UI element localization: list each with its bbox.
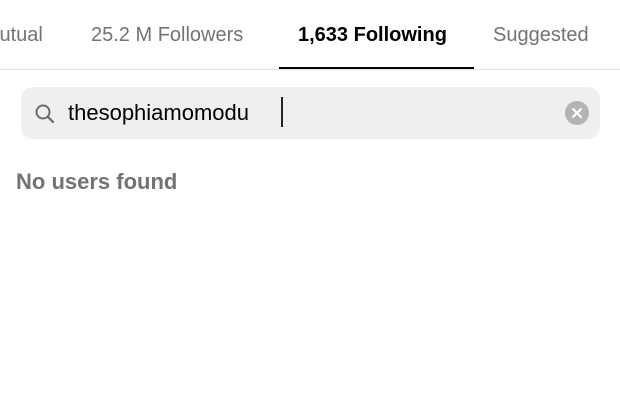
tab-mutual[interactable]: lutual xyxy=(0,24,43,47)
active-tab-indicator xyxy=(279,67,474,69)
tab-suggested[interactable]: Suggested xyxy=(493,24,589,47)
tab-followers[interactable]: 25.2 M Followers xyxy=(91,24,243,47)
tab-bar: lutual 25.2 M Followers 1,633 Following … xyxy=(0,0,620,70)
following-search-screen: lutual 25.2 M Followers 1,633 Following … xyxy=(0,0,620,420)
search-input[interactable] xyxy=(68,99,548,127)
tab-following[interactable]: 1,633 Following xyxy=(298,24,447,47)
search-icon xyxy=(34,103,56,125)
close-icon xyxy=(571,107,583,119)
search-bar[interactable] xyxy=(21,87,600,139)
no-results-message: No users found xyxy=(16,169,178,194)
text-cursor xyxy=(281,97,283,127)
clear-search-button[interactable] xyxy=(565,101,589,125)
